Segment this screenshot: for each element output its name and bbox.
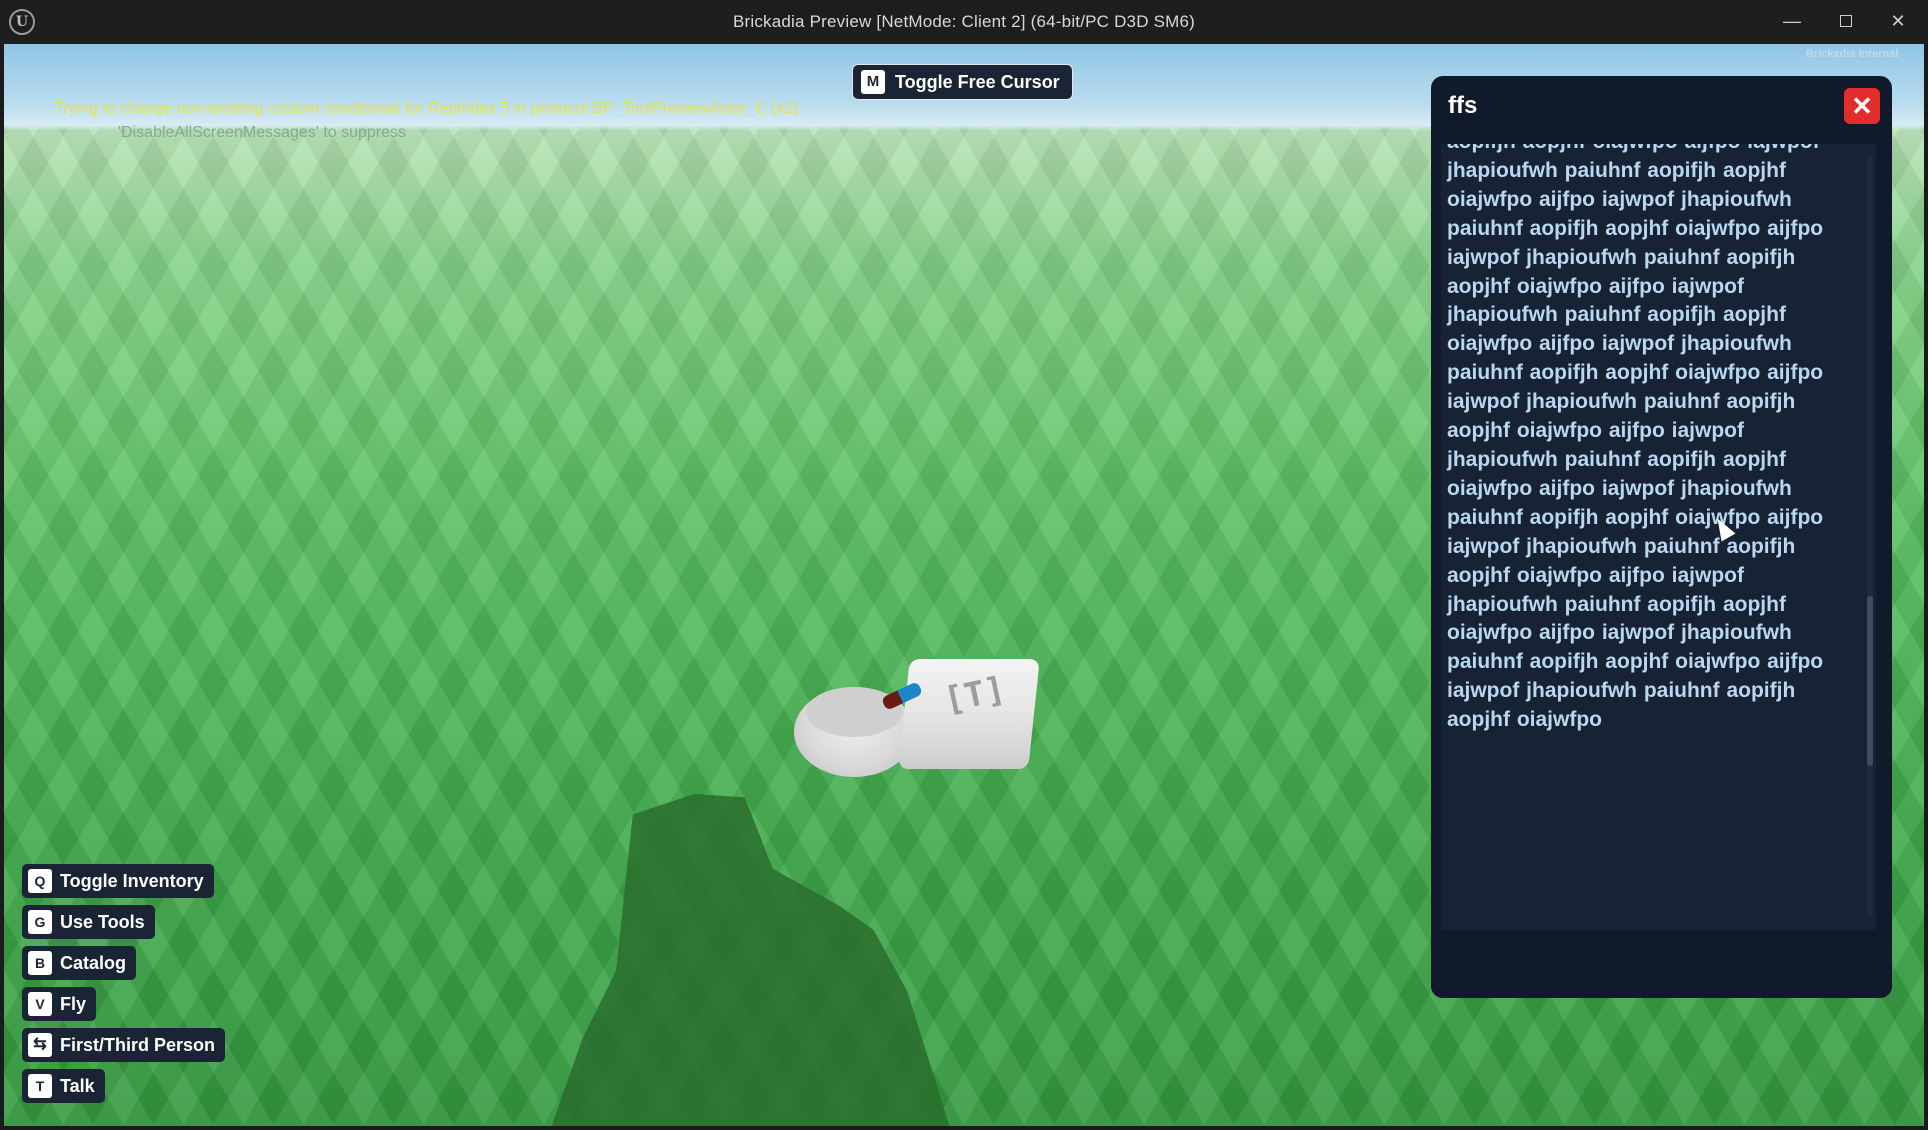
window-title: Brickadia Preview [NetMode: Client 2] (6… <box>732 12 1196 31</box>
toggle-free-cursor-label: Toggle Free Cursor <box>895 71 1060 92</box>
debug-hint: 'DisableAllScreenMessages' to suppress <box>118 124 407 141</box>
hint-label: Fly <box>60 993 87 1014</box>
text-scroll-area[interactable]: aopifjh aopjhf oiajwfpo aijfpo iajwpof j… <box>1441 144 1876 930</box>
hint-fly[interactable]: V Fly <box>22 987 97 1021</box>
window-close-button[interactable]: ✕ <box>1878 6 1918 36</box>
panel-footer <box>1431 940 1892 998</box>
key-g: G <box>28 910 52 934</box>
hint-talk[interactable]: T Talk <box>22 1069 105 1103</box>
hint-toggle-inventory[interactable]: Q Toggle Inventory <box>22 864 214 898</box>
toggle-free-cursor-button[interactable]: M Toggle Free Cursor <box>852 64 1073 100</box>
hint-use-tools[interactable]: G Use Tools <box>22 905 155 939</box>
hint-first-third-person[interactable]: ⇆ First/Third Person <box>22 1028 226 1062</box>
hint-label: First/Third Person <box>60 1034 216 1055</box>
swap-view-icon: ⇆ <box>28 1033 52 1057</box>
key-q: Q <box>28 869 52 893</box>
tool-preview-props: [T] <box>794 649 1054 789</box>
hint-catalog[interactable]: B Catalog <box>22 946 137 980</box>
key-v: V <box>28 992 52 1016</box>
window-title-bar: U Brickadia Preview [NetMode: Client 2] … <box>0 0 1928 44</box>
key-b: B <box>28 951 52 975</box>
key-t: T <box>28 1074 52 1098</box>
key-m: M <box>861 70 885 94</box>
scrollbar-thumb[interactable] <box>1867 596 1873 766</box>
debug-message: Trying to change non-existing custom con… <box>54 100 799 117</box>
watermark: Brickadia Internal <box>1806 48 1899 60</box>
text-panel: ffs ✕ aopifjh aopjhf oiajwfpo aijfpo iaj… <box>1431 76 1892 998</box>
maximize-icon <box>1840 15 1852 27</box>
hint-label: Toggle Inventory <box>60 870 204 891</box>
minimize-button[interactable]: — <box>1772 6 1812 36</box>
maximize-button[interactable] <box>1826 6 1866 36</box>
hint-label: Catalog <box>60 952 127 973</box>
hint-label: Talk <box>60 1075 95 1096</box>
scrollbar-track[interactable] <box>1867 156 1873 916</box>
hint-label: Use Tools <box>60 911 145 932</box>
panel-title: ffs <box>1448 92 1478 119</box>
panel-close-button[interactable]: ✕ <box>1844 88 1880 124</box>
panel-text: aopifjh aopjhf oiajwfpo aijfpo iajwpof j… <box>1447 144 1824 732</box>
player-shadow <box>548 794 952 1126</box>
